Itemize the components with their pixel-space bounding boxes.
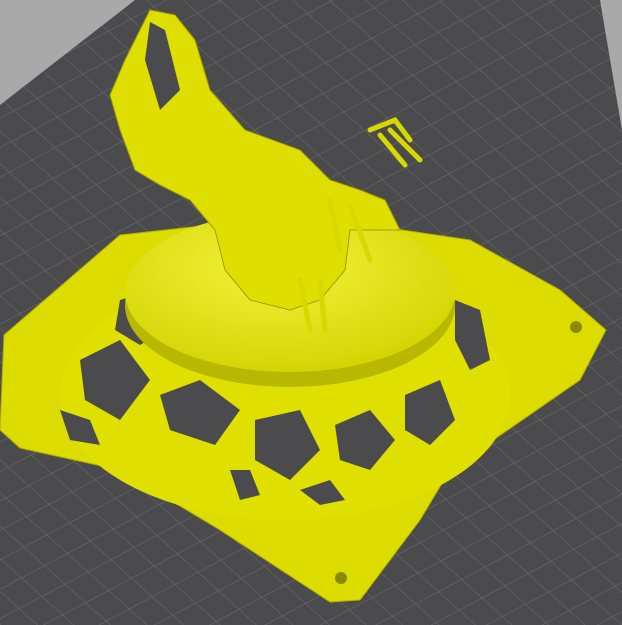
3d-viewport[interactable]: [0, 0, 622, 625]
screw-hole: [335, 572, 347, 584]
scene: [0, 0, 622, 625]
screw-hole: [570, 321, 582, 333]
